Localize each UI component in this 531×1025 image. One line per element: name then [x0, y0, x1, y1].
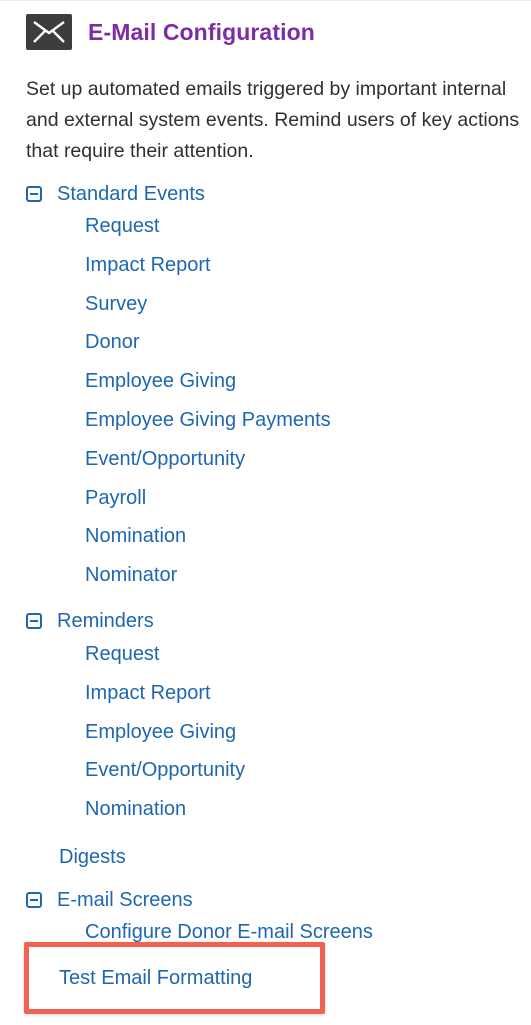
- list-item[interactable]: Donor: [85, 328, 331, 367]
- reminders-list: Request Impact Report Employee Giving Ev…: [85, 640, 245, 834]
- envelope-icon: [26, 14, 72, 50]
- list-item[interactable]: Nomination: [85, 795, 245, 834]
- standard-events-list: Request Impact Report Survey Donor Emplo…: [85, 212, 331, 600]
- page-title: E-Mail Configuration: [88, 18, 315, 45]
- collapse-icon[interactable]: [26, 613, 42, 629]
- group-label: Reminders: [57, 609, 154, 632]
- list-item[interactable]: Request: [85, 212, 331, 251]
- configure-donor-email-screens-link[interactable]: Configure Donor E-mail Screens: [85, 918, 373, 944]
- list-item[interactable]: Event/Opportunity: [85, 756, 245, 795]
- list-item[interactable]: Employee Giving: [85, 367, 331, 406]
- group-label: Standard Events: [57, 182, 205, 205]
- group-label: E-mail Screens: [57, 888, 193, 911]
- list-item[interactable]: Employee Giving: [85, 718, 245, 757]
- list-item[interactable]: Survey: [85, 290, 331, 329]
- list-item[interactable]: Event/Opportunity: [85, 445, 331, 484]
- test-email-formatting-link[interactable]: Test Email Formatting: [59, 967, 252, 990]
- page-description: Set up automated emails triggered by imp…: [26, 78, 520, 162]
- list-item[interactable]: Impact Report: [85, 251, 331, 290]
- collapse-icon[interactable]: [26, 186, 42, 202]
- collapse-icon[interactable]: [26, 892, 42, 908]
- page-header: E-Mail Configuration: [26, 14, 315, 50]
- list-item[interactable]: Employee Giving Payments: [85, 406, 331, 445]
- list-item[interactable]: Nominator: [85, 561, 331, 600]
- digests-link[interactable]: Digests: [59, 846, 126, 869]
- list-item-label: Configure Donor E-mail Screens: [85, 921, 373, 943]
- group-reminders[interactable]: Reminders: [26, 607, 154, 635]
- list-item[interactable]: Impact Report: [85, 679, 245, 718]
- list-item[interactable]: Payroll: [85, 484, 331, 523]
- group-email-screens[interactable]: E-mail Screens: [26, 886, 193, 914]
- top-divider: [0, 0, 531, 1]
- list-item[interactable]: Request: [85, 640, 245, 679]
- group-standard-events[interactable]: Standard Events: [26, 180, 205, 208]
- list-item[interactable]: Nomination: [85, 522, 331, 561]
